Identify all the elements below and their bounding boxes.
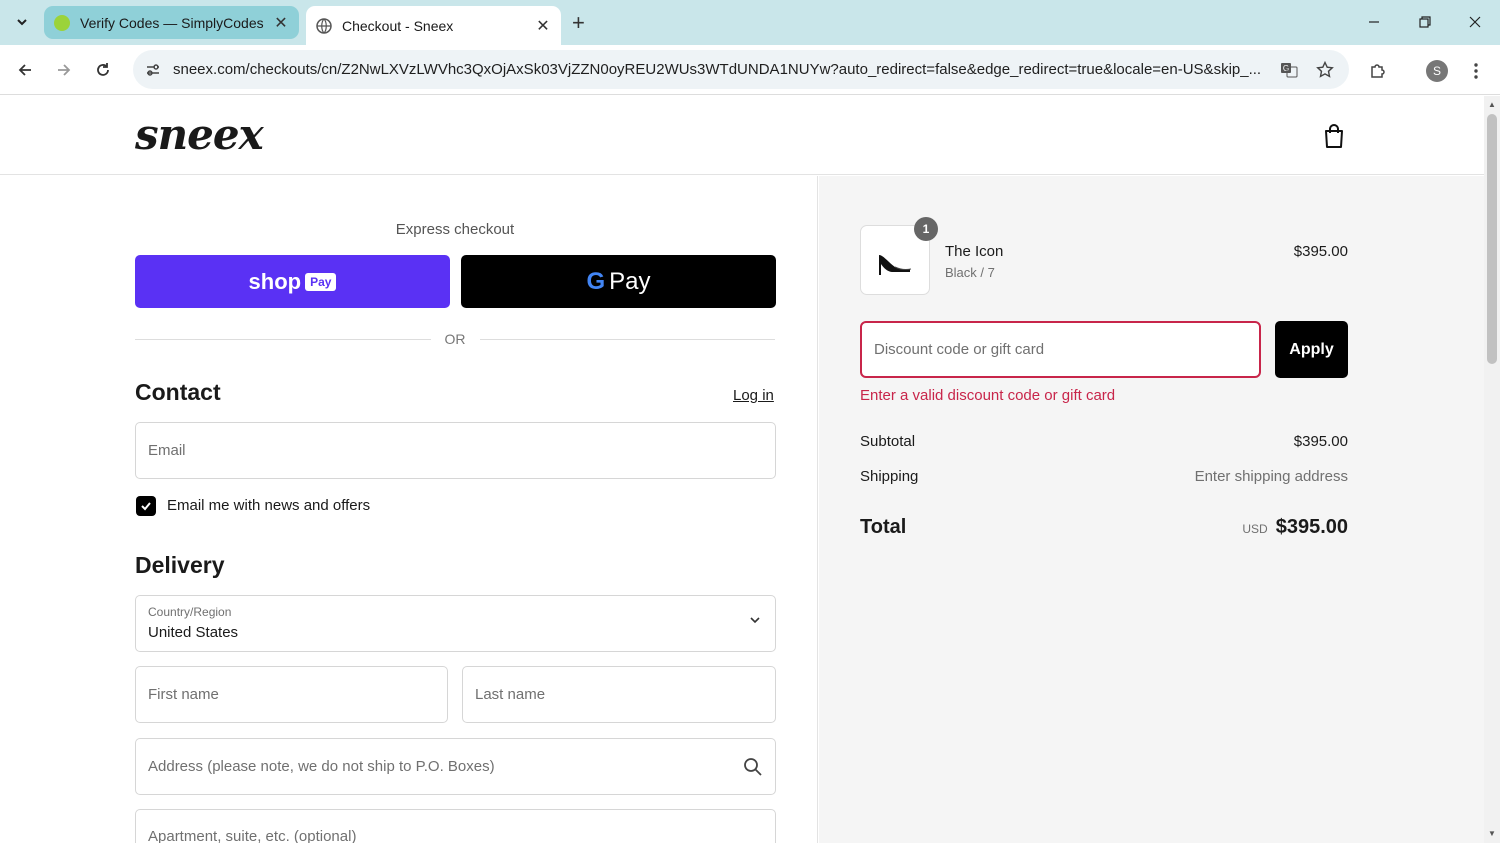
country-value: United States (148, 624, 239, 641)
apartment-placeholder: Apartment, suite, etc. (optional) (148, 828, 357, 843)
contact-heading: Contact (135, 379, 221, 405)
total-value: $395.00 (1275, 516, 1348, 538)
or-divider: OR (135, 329, 775, 349)
browser-menu-button[interactable] (1463, 58, 1489, 84)
avatar: S (1426, 60, 1448, 82)
close-tab-icon[interactable]: ✕ (273, 13, 289, 33)
new-tab-button[interactable]: + (572, 10, 585, 36)
discount-error-message: Enter a valid discount code or gift card (860, 387, 1116, 404)
minimize-button[interactable] (1360, 8, 1388, 36)
subtotal-label: Subtotal (860, 433, 916, 450)
shop-pay-button[interactable]: shop Pay (135, 255, 450, 308)
discount-placeholder: Discount code or gift card (874, 341, 1045, 358)
order-summary: 1 The Icon Black / 7 $395.00 Discount co… (819, 176, 1484, 843)
chevron-down-icon (17, 19, 27, 26)
scroll-up-arrow-icon[interactable]: ▲ (1488, 100, 1496, 109)
total-label: Total (860, 516, 907, 538)
checkmark-icon (141, 502, 151, 511)
globe-icon (316, 17, 332, 34)
shop-pay-badge: Pay (305, 272, 337, 291)
reload-icon (97, 63, 109, 76)
high-heel-shoe-icon (879, 255, 912, 275)
google-g-icon: G (586, 267, 606, 295)
search-icon (744, 757, 762, 776)
email-placeholder: Email (148, 442, 186, 459)
address-placeholder: Address (please note, we do not ship to … (148, 758, 495, 775)
back-button[interactable] (14, 59, 36, 81)
restore-button[interactable] (1411, 8, 1439, 36)
simplycodes-favicon-icon (54, 14, 70, 31)
forward-button[interactable] (53, 59, 75, 81)
shipping-value: Enter shipping address (1194, 468, 1348, 485)
delivery-heading: Delivery (135, 552, 225, 578)
checkout-form: Express checkout shop Pay G Pay OR Conta… (0, 176, 818, 843)
tab-title: Verify Codes — SimplyCodes (80, 14, 264, 31)
address-bar[interactable]: sneex.com/checkouts/cn/Z2NwLXVzLWVhc3QxO… (133, 50, 1349, 89)
kebab-menu-icon (1474, 63, 1478, 79)
product-name: The Icon (945, 243, 1004, 260)
cart-button[interactable] (1322, 123, 1346, 154)
first-name-field[interactable]: First name (135, 666, 448, 723)
checkout-page: sneex Express checkout shop Pay G Pay OR… (0, 96, 1484, 843)
gpay-label: Pay (609, 267, 651, 295)
bookmark-star-icon[interactable] (1313, 60, 1337, 79)
url-text[interactable]: sneex.com/checkouts/cn/Z2NwLXVzLWVhc3QxO… (173, 61, 1265, 78)
site-header: sneex (0, 96, 1484, 175)
country-label: Country/Region (148, 605, 232, 619)
profile-button[interactable]: S (1424, 58, 1450, 84)
scroll-down-arrow-icon[interactable]: ▼ (1488, 829, 1496, 838)
product-price: $395.00 (1293, 243, 1348, 260)
svg-text:G: G (1283, 64, 1289, 73)
apply-discount-button[interactable]: Apply (1275, 321, 1348, 378)
total-amount: USD $395.00 (1242, 516, 1348, 539)
puzzle-icon (1371, 64, 1385, 78)
newsletter-label[interactable]: Email me with news and offers (167, 497, 370, 514)
address-field[interactable]: Address (please note, we do not ship to … (135, 738, 776, 795)
shipping-label: Shipping (860, 468, 919, 485)
browser-tab-bar: Verify Codes — SimplyCodes ✕ Checkout - … (0, 0, 1500, 45)
subtotal-value: $395.00 (1293, 433, 1348, 450)
tab-checkout[interactable]: Checkout - Sneex ✕ (306, 6, 561, 45)
tab-verify-codes[interactable]: Verify Codes — SimplyCodes ✕ (44, 6, 299, 39)
apartment-field[interactable]: Apartment, suite, etc. (optional) (135, 809, 776, 843)
first-name-placeholder: First name (148, 686, 219, 703)
minimize-icon (1369, 21, 1379, 23)
translate-icon[interactable]: G (1277, 61, 1301, 79)
arrow-right-icon (58, 64, 71, 76)
page-scrollbar[interactable]: ▲ ▼ (1484, 96, 1500, 843)
site-info-icon[interactable] (145, 62, 161, 78)
browser-toolbar: sneex.com/checkouts/cn/Z2NwLXVzLWVhc3QxO… (0, 45, 1500, 95)
sneex-logo[interactable]: sneex (135, 110, 264, 159)
chevron-down-icon (750, 617, 760, 624)
restore-icon (1419, 16, 1431, 28)
last-name-field[interactable]: Last name (462, 666, 776, 723)
newsletter-checkbox[interactable] (136, 496, 156, 516)
tab-search-button[interactable] (8, 8, 36, 36)
currency-code: USD (1242, 522, 1268, 536)
close-tab-icon[interactable]: ✕ (535, 16, 551, 36)
email-field[interactable]: Email (135, 422, 776, 479)
close-icon (1469, 16, 1481, 28)
discount-code-input[interactable]: Discount code or gift card (860, 321, 1261, 378)
arrow-left-icon (18, 64, 31, 76)
reload-button[interactable] (92, 59, 114, 81)
login-link[interactable]: Log in (733, 387, 774, 404)
extensions-button[interactable] (1365, 58, 1391, 84)
last-name-placeholder: Last name (475, 686, 546, 703)
scrollbar-thumb[interactable] (1487, 114, 1497, 364)
quantity-badge: 1 (914, 217, 938, 241)
or-text: OR (444, 331, 466, 347)
google-pay-button[interactable]: G Pay (461, 255, 776, 308)
country-select[interactable]: Country/Region United States (135, 595, 776, 652)
express-checkout-label: Express checkout (395, 221, 515, 238)
shop-pay-wordmark: shop (248, 268, 302, 294)
shopping-bag-icon (1325, 124, 1343, 148)
tab-title: Checkout - Sneex (342, 17, 454, 34)
product-variant: Black / 7 (945, 265, 995, 280)
close-window-button[interactable] (1461, 8, 1489, 36)
